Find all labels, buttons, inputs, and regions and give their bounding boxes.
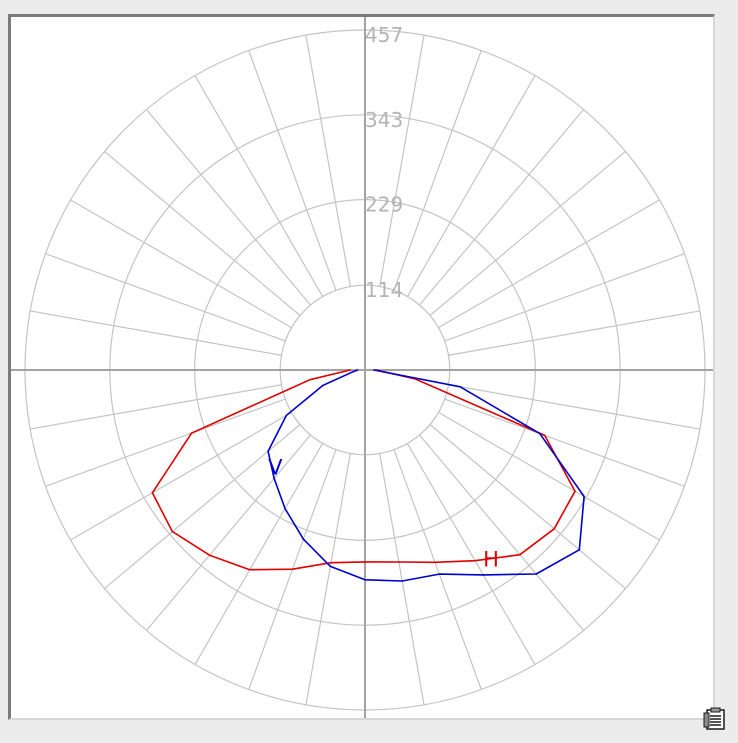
grid-spoke [70, 411, 292, 541]
grid-spoke [379, 35, 425, 287]
series-point-v [535, 573, 538, 575]
series-point-h [309, 378, 311, 381]
series-point-h [364, 561, 366, 563]
series-point-h [553, 527, 556, 530]
series-label-h: H [483, 548, 499, 572]
series-point-h [291, 568, 294, 571]
series-line-h [151, 369, 576, 571]
grid-spoke [248, 50, 337, 291]
grid-spoke [30, 384, 282, 430]
polar-chart: HV 457343229114 [11, 17, 713, 718]
series-point-h [171, 530, 174, 533]
grid-spoke [406, 443, 536, 665]
grid-spoke [444, 253, 685, 342]
series-point-h [519, 553, 521, 556]
grid-spoke [406, 75, 536, 297]
series-point-h [208, 554, 211, 557]
ring-label: 343 [365, 108, 403, 132]
grid-spoke [393, 50, 482, 291]
series-point-v [538, 432, 541, 435]
ring-label: 114 [365, 278, 403, 302]
series-point-v [322, 384, 324, 387]
clipboard-list-icon[interactable] [703, 707, 727, 731]
ring-label: 457 [365, 23, 403, 47]
series-point-v [302, 538, 305, 540]
series-point-h [151, 491, 154, 494]
chart-series: HV [151, 369, 585, 582]
polar-chart-panel: HV 457 343 229 114 [8, 14, 715, 720]
grid-spoke [448, 310, 700, 356]
grid-spoke [448, 384, 700, 430]
grid-spoke [438, 199, 660, 329]
grid-spoke [194, 443, 324, 665]
grid-spoke [438, 411, 660, 541]
grid-spoke [70, 199, 292, 329]
series-point-h [574, 490, 576, 493]
series-point-v [401, 580, 404, 582]
series-point-v [285, 414, 288, 417]
series-point-v [438, 573, 441, 575]
series-point-v [578, 549, 581, 551]
series-point-v [373, 369, 375, 371]
grid-spoke [45, 253, 286, 342]
series-point-v [329, 565, 332, 568]
polar-axes [11, 17, 713, 718]
series-point-h [248, 568, 251, 571]
series-point-h [190, 432, 193, 434]
series-point-v [267, 450, 269, 453]
series-point-v [351, 371, 353, 374]
grid-spoke [393, 449, 482, 690]
series-point-h [349, 369, 351, 371]
grid-spoke [305, 453, 351, 705]
series-point-v [482, 574, 485, 576]
series-point-h [543, 434, 546, 437]
series-point-v [284, 507, 286, 510]
grid-spoke [194, 75, 324, 297]
series-point-v [583, 495, 585, 498]
series-point-h [434, 561, 436, 564]
grid-spoke [305, 35, 351, 287]
series-point-h [330, 561, 332, 564]
series-point-v [364, 579, 366, 581]
series-label-v: V [268, 455, 283, 479]
series-point-v [356, 369, 359, 371]
grid-spoke [379, 453, 425, 705]
series-point-h [398, 561, 400, 563]
ring-label: 229 [365, 193, 403, 217]
series-point-v [459, 385, 462, 388]
series-point-h [474, 559, 476, 562]
grid-spoke [30, 310, 282, 356]
